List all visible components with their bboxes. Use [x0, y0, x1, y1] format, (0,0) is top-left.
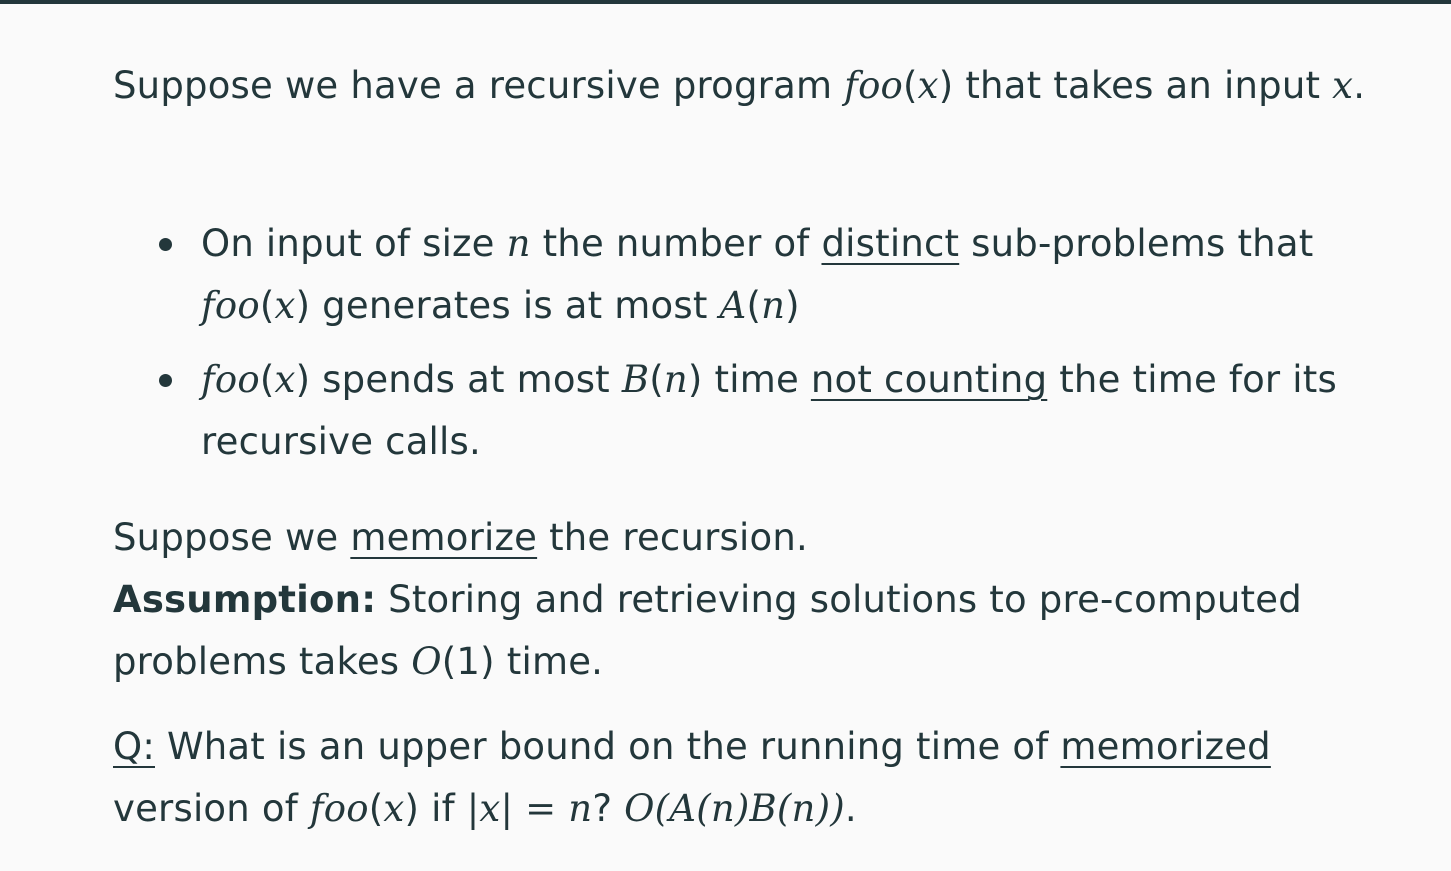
b2-text-a: spends at most [310, 358, 622, 401]
b1-paren-open-2: ( [746, 284, 762, 327]
b2-B: B [621, 358, 650, 401]
question-paren-open: ( [368, 787, 384, 830]
bullet-2-line-2: recursive calls. [201, 411, 481, 473]
question-abs-x: |x| = [466, 787, 569, 830]
bullet-1-dot [159, 238, 172, 251]
memorize-sentence: Suppose we memorize the recursion. [113, 507, 808, 569]
b1-paren-open: ( [259, 284, 275, 327]
intro-x: x [917, 64, 939, 107]
b1-paren-close-2: ) [785, 284, 800, 327]
question-line-1: Q: What is an upper bound on the running… [113, 716, 1271, 778]
b1-paren-close: ) [295, 284, 311, 327]
b2-text-c: the time for its [1047, 358, 1337, 401]
intro-foo: foo [844, 64, 904, 107]
b1-x: x [274, 284, 296, 327]
question-foo: foo [309, 787, 369, 830]
memo-underlined-memorize: memorize [350, 516, 538, 559]
question-mark: ? [592, 787, 625, 830]
question-paren-close: ) [404, 787, 420, 830]
question-text-2: version of [113, 787, 310, 830]
b1-n: n [506, 222, 531, 265]
bullet-2-dot [159, 374, 172, 387]
intro-x-2: x [1332, 64, 1354, 107]
b2-text-b: time [702, 358, 811, 401]
intro-text-2: that takes an input [953, 64, 1333, 107]
intro-text-1: Suppose we have a recursive program [113, 64, 845, 107]
assumption-O-arg: (1) [441, 640, 495, 683]
intro-period: . [1353, 64, 1366, 107]
question-n: n [568, 787, 593, 830]
assumption-label: Assumption: [113, 578, 377, 621]
assumption-O: O [411, 640, 442, 683]
assumption-text-3: time. [494, 640, 604, 683]
assumption-text-1: Storing and retrieving solutions to pre-… [376, 578, 1302, 621]
question-period: . [844, 787, 857, 830]
b2-paren-close-2: ) [687, 358, 703, 401]
intro-paren-close: ) [938, 64, 954, 107]
intro-paren-open: ( [903, 64, 918, 107]
top-frame-bar [0, 0, 1451, 4]
b2-text-d: recursive calls. [201, 420, 481, 463]
b2-foo: foo [201, 358, 260, 401]
bullet-2-line-1: foo(x) spends at most B(n) time not coun… [201, 349, 1337, 411]
assumption-text-2: problems takes [113, 640, 412, 683]
b1-text-a: On input of size [201, 222, 507, 265]
b1-text-b: the number of [530, 222, 822, 265]
b2-underlined-not-counting: not counting [810, 358, 1048, 401]
b1-A: A [719, 284, 747, 327]
question-answer: O(A(n)B(n)) [624, 787, 845, 830]
question-text-1: What is an upper bound on the running ti… [155, 725, 1061, 768]
b2-paren-close: ) [295, 358, 311, 401]
b1-text-c: sub-problems that [959, 222, 1314, 265]
question-line-2: version of foo(x) if |x| = n? O(A(n)B(n)… [113, 778, 857, 840]
question-underlined-memorized: memorized [1060, 725, 1271, 768]
b1-text-d: generates is at most [310, 284, 720, 327]
b2-x: x [274, 358, 296, 401]
b1-underlined-distinct: distinct [821, 222, 960, 265]
intro-sentence: Suppose we have a recursive program foo(… [113, 55, 1365, 117]
b2-n: n [663, 358, 688, 401]
assumption-line-1: Assumption: Storing and retrieving solut… [113, 569, 1302, 631]
question-text-3: if [419, 787, 467, 830]
bullet-1-line-1: On input of size n the number of distinc… [201, 213, 1313, 275]
memo-text-b: the recursion. [537, 516, 808, 559]
question-x: x [383, 787, 405, 830]
b2-paren-open: ( [259, 358, 275, 401]
memo-text-a: Suppose we [113, 516, 351, 559]
question-label: Q: [113, 725, 155, 768]
b1-foo: foo [201, 284, 260, 327]
b2-paren-open-2: ( [649, 358, 664, 401]
bullet-1-line-2: foo(x) generates is at most A(n) [201, 275, 800, 337]
b1-n-2: n [761, 284, 786, 327]
assumption-line-2: problems takes O(1) time. [113, 631, 603, 693]
